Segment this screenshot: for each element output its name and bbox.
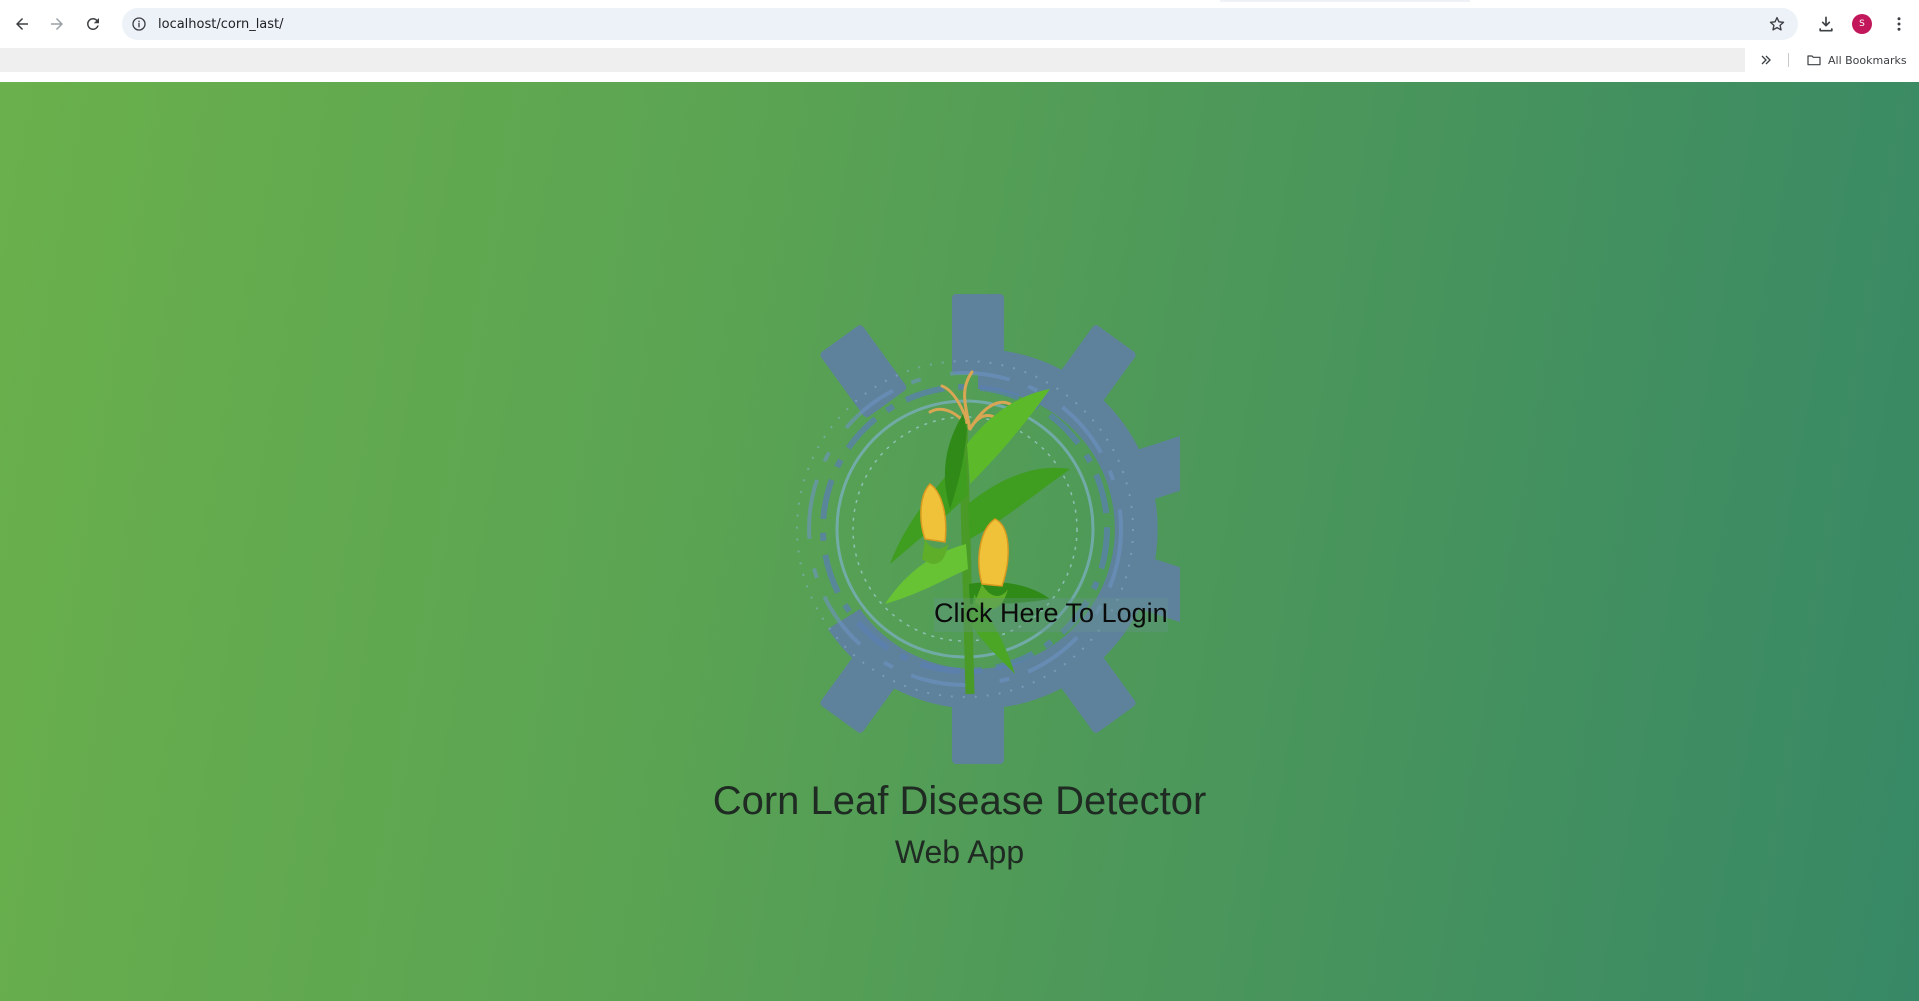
all-bookmarks-label: All Bookmarks xyxy=(1828,53,1907,67)
star-icon[interactable] xyxy=(1768,15,1786,33)
all-bookmarks-button[interactable]: All Bookmarks xyxy=(1806,50,1907,70)
arrow-left-icon xyxy=(16,18,28,30)
url-text[interactable]: localhost/corn_last/ xyxy=(158,17,284,32)
chrome-menu-button[interactable] xyxy=(1884,9,1914,39)
back-button[interactable] xyxy=(7,9,37,39)
arrow-right-icon xyxy=(51,18,63,30)
double-chevron-icon xyxy=(1761,55,1771,65)
forward-button[interactable] xyxy=(42,9,72,39)
page-title: Corn Leaf Disease Detector xyxy=(712,779,1207,823)
address-bar[interactable]: localhost/corn_last/ xyxy=(122,8,1798,40)
tab-strip-hint xyxy=(1220,0,1470,2)
login-link[interactable]: Click Here To Login xyxy=(934,598,1168,632)
bookmarks-strip xyxy=(0,48,1745,72)
corn-gear-logo xyxy=(796,294,1180,764)
download-icon xyxy=(1819,16,1833,32)
reload-icon xyxy=(87,18,99,30)
page-subtitle: Web App xyxy=(894,834,1025,870)
landing-page: Click Here To Login Corn Leaf Disease De… xyxy=(0,82,1919,1001)
bookmarks-bar: All Bookmarks xyxy=(0,48,1919,72)
downloads-button[interactable] xyxy=(1811,9,1841,39)
profile-avatar[interactable]: S xyxy=(1852,14,1872,34)
reload-button[interactable] xyxy=(78,9,108,39)
chrome-gap xyxy=(0,72,1919,82)
bookmarks-overflow-button[interactable] xyxy=(1756,50,1776,70)
info-icon[interactable] xyxy=(130,15,148,33)
browser-toolbar: localhost/corn_last/ S xyxy=(0,0,1919,48)
kebab-menu-icon xyxy=(1897,17,1901,31)
bookmarks-separator xyxy=(1788,53,1789,67)
folder-icon xyxy=(1807,55,1821,66)
